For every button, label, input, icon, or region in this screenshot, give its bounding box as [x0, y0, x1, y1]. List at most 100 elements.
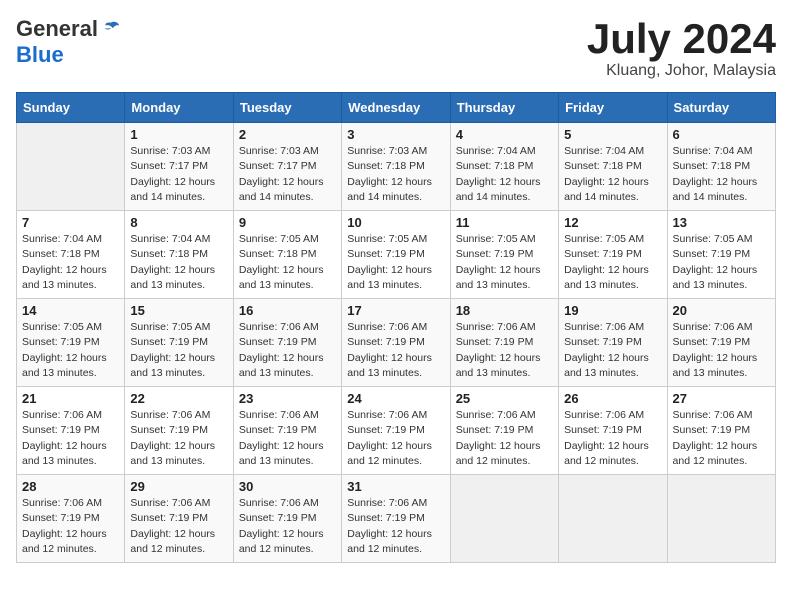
calendar-cell: 10 Sunrise: 7:05 AMSunset: 7:19 PMDayligh… — [342, 211, 450, 299]
calendar-table: Sunday Monday Tuesday Wednesday Thursday… — [16, 92, 776, 563]
day-info: Sunrise: 7:05 AMSunset: 7:19 PMDaylight:… — [673, 232, 770, 293]
day-number: 17 — [347, 303, 444, 318]
day-number: 9 — [239, 215, 336, 230]
calendar-cell: 31Sunrise: 7:06 AMSunset: 7:19 PMDayligh… — [342, 475, 450, 563]
day-info: Sunrise: 7:05 AMSunset: 7:19 PMDaylight:… — [130, 320, 227, 381]
day-number: 27 — [673, 391, 770, 406]
calendar-cell: 7 Sunrise: 7:04 AMSunset: 7:18 PMDaylight… — [17, 211, 125, 299]
day-number: 8 — [130, 215, 227, 230]
calendar-cell: 23Sunrise: 7:06 AMSunset: 7:19 PMDayligh… — [233, 387, 341, 475]
day-info: Sunrise: 7:04 AMSunset: 7:18 PMDaylight:… — [22, 232, 119, 293]
day-info: Sunrise: 7:05 AMSunset: 7:19 PMDaylight:… — [347, 232, 444, 293]
day-info: Sunrise: 7:06 AMSunset: 7:19 PMDaylight:… — [347, 320, 444, 381]
calendar-week-row: 21 Sunrise: 7:06 AMSunset: 7:19 PMDayligh… — [17, 387, 776, 475]
day-number: 2 — [239, 127, 336, 142]
day-number: 28 — [22, 479, 119, 494]
day-info: Sunrise: 7:06 AMSunset: 7:19 PMDaylight:… — [130, 408, 227, 469]
calendar-cell: 1Sunrise: 7:03 AMSunset: 7:17 PMDaylight… — [125, 123, 233, 211]
header-saturday: Saturday — [667, 93, 775, 123]
day-info: Sunrise: 7:06 AMSunset: 7:19 PMDaylight:… — [239, 496, 336, 557]
calendar-week-row: 7 Sunrise: 7:04 AMSunset: 7:18 PMDaylight… — [17, 211, 776, 299]
day-info: Sunrise: 7:06 AMSunset: 7:19 PMDaylight:… — [456, 408, 553, 469]
calendar-cell — [559, 475, 667, 563]
day-number: 4 — [456, 127, 553, 142]
day-info: Sunrise: 7:06 AMSunset: 7:19 PMDaylight:… — [22, 408, 119, 469]
calendar-cell: 13 Sunrise: 7:05 AMSunset: 7:19 PMDayligh… — [667, 211, 775, 299]
day-number: 7 — [22, 215, 119, 230]
day-number: 29 — [130, 479, 227, 494]
day-info: Sunrise: 7:06 AMSunset: 7:19 PMDaylight:… — [130, 496, 227, 557]
day-number: 5 — [564, 127, 661, 142]
day-info: Sunrise: 7:06 AMSunset: 7:19 PMDaylight:… — [239, 320, 336, 381]
calendar-week-row: 14Sunrise: 7:05 AMSunset: 7:19 PMDayligh… — [17, 299, 776, 387]
day-info: Sunrise: 7:04 AMSunset: 7:18 PMDaylight:… — [673, 144, 770, 205]
calendar-cell: 20 Sunrise: 7:06 AMSunset: 7:19 PMDayligh… — [667, 299, 775, 387]
calendar-cell: 22 Sunrise: 7:06 AMSunset: 7:19 PMDayligh… — [125, 387, 233, 475]
day-number: 13 — [673, 215, 770, 230]
day-number: 1 — [130, 127, 227, 142]
day-number: 10 — [347, 215, 444, 230]
calendar-cell: 16Sunrise: 7:06 AMSunset: 7:19 PMDayligh… — [233, 299, 341, 387]
calendar-cell — [17, 123, 125, 211]
calendar-body: 1Sunrise: 7:03 AMSunset: 7:17 PMDaylight… — [17, 123, 776, 563]
day-info: Sunrise: 7:05 AMSunset: 7:19 PMDaylight:… — [22, 320, 119, 381]
page-header: General Blue July 2024 Kluang, Johor, Ma… — [16, 16, 776, 80]
day-info: Sunrise: 7:06 AMSunset: 7:19 PMDaylight:… — [673, 408, 770, 469]
day-number: 22 — [130, 391, 227, 406]
header-friday: Friday — [559, 93, 667, 123]
calendar-cell: 26 Sunrise: 7:06 AMSunset: 7:19 PMDayligh… — [559, 387, 667, 475]
day-info: Sunrise: 7:06 AMSunset: 7:19 PMDaylight:… — [456, 320, 553, 381]
day-info: Sunrise: 7:04 AMSunset: 7:18 PMDaylight:… — [564, 144, 661, 205]
location-subtitle: Kluang, Johor, Malaysia — [587, 62, 776, 80]
day-info: Sunrise: 7:06 AMSunset: 7:19 PMDaylight:… — [673, 320, 770, 381]
calendar-cell: 14Sunrise: 7:05 AMSunset: 7:19 PMDayligh… — [17, 299, 125, 387]
day-info: Sunrise: 7:05 AMSunset: 7:19 PMDaylight:… — [456, 232, 553, 293]
header-sunday: Sunday — [17, 93, 125, 123]
calendar-cell: 19Sunrise: 7:06 AMSunset: 7:19 PMDayligh… — [559, 299, 667, 387]
calendar-cell: 25 Sunrise: 7:06 AMSunset: 7:19 PMDayligh… — [450, 387, 558, 475]
calendar-cell: 29 Sunrise: 7:06 AMSunset: 7:19 PMDayligh… — [125, 475, 233, 563]
day-number: 3 — [347, 127, 444, 142]
day-info: Sunrise: 7:06 AMSunset: 7:19 PMDaylight:… — [22, 496, 119, 557]
calendar-cell: 17 Sunrise: 7:06 AMSunset: 7:19 PMDayligh… — [342, 299, 450, 387]
day-number: 25 — [456, 391, 553, 406]
month-year-title: July 2024 — [587, 16, 776, 62]
calendar-cell — [450, 475, 558, 563]
header-row: Sunday Monday Tuesday Wednesday Thursday… — [17, 93, 776, 123]
day-info: Sunrise: 7:05 AMSunset: 7:18 PMDaylight:… — [239, 232, 336, 293]
day-info: Sunrise: 7:04 AMSunset: 7:18 PMDaylight:… — [130, 232, 227, 293]
calendar-cell: 11Sunrise: 7:05 AMSunset: 7:19 PMDayligh… — [450, 211, 558, 299]
calendar-cell: 24 Sunrise: 7:06 AMSunset: 7:19 PMDayligh… — [342, 387, 450, 475]
calendar-cell: 3 Sunrise: 7:03 AMSunset: 7:18 PMDaylight… — [342, 123, 450, 211]
calendar-cell: 21 Sunrise: 7:06 AMSunset: 7:19 PMDayligh… — [17, 387, 125, 475]
title-section: July 2024 Kluang, Johor, Malaysia — [587, 16, 776, 80]
day-info: Sunrise: 7:03 AMSunset: 7:18 PMDaylight:… — [347, 144, 444, 205]
calendar-cell: 6Sunrise: 7:04 AMSunset: 7:18 PMDaylight… — [667, 123, 775, 211]
calendar-cell: 18 Sunrise: 7:06 AMSunset: 7:19 PMDayligh… — [450, 299, 558, 387]
day-number: 23 — [239, 391, 336, 406]
header-monday: Monday — [125, 93, 233, 123]
day-number: 20 — [673, 303, 770, 318]
calendar-cell: 2Sunrise: 7:03 AMSunset: 7:17 PMDaylight… — [233, 123, 341, 211]
day-number: 26 — [564, 391, 661, 406]
header-wednesday: Wednesday — [342, 93, 450, 123]
day-info: Sunrise: 7:06 AMSunset: 7:19 PMDaylight:… — [564, 320, 661, 381]
logo-general-text: General — [16, 16, 98, 42]
day-number: 18 — [456, 303, 553, 318]
calendar-week-row: 1Sunrise: 7:03 AMSunset: 7:17 PMDaylight… — [17, 123, 776, 211]
day-number: 21 — [22, 391, 119, 406]
day-info: Sunrise: 7:06 AMSunset: 7:19 PMDaylight:… — [347, 496, 444, 557]
calendar-cell: 15Sunrise: 7:05 AMSunset: 7:19 PMDayligh… — [125, 299, 233, 387]
logo: General Blue — [16, 16, 120, 68]
header-tuesday: Tuesday — [233, 93, 341, 123]
day-info: Sunrise: 7:04 AMSunset: 7:18 PMDaylight:… — [456, 144, 553, 205]
calendar-cell: 4 Sunrise: 7:04 AMSunset: 7:18 PMDaylight… — [450, 123, 558, 211]
day-info: Sunrise: 7:06 AMSunset: 7:19 PMDaylight:… — [347, 408, 444, 469]
day-info: Sunrise: 7:06 AMSunset: 7:19 PMDaylight:… — [564, 408, 661, 469]
day-number: 12 — [564, 215, 661, 230]
calendar-header: Sunday Monday Tuesday Wednesday Thursday… — [17, 93, 776, 123]
calendar-cell: 12Sunrise: 7:05 AMSunset: 7:19 PMDayligh… — [559, 211, 667, 299]
day-number: 24 — [347, 391, 444, 406]
day-number: 30 — [239, 479, 336, 494]
calendar-cell: 5 Sunrise: 7:04 AMSunset: 7:18 PMDaylight… — [559, 123, 667, 211]
